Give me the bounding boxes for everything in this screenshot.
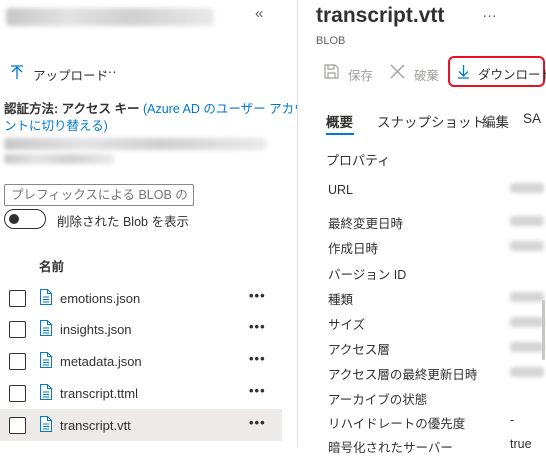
row-checkbox[interactable] xyxy=(9,353,26,370)
file-icon xyxy=(40,384,52,400)
download-button[interactable]: ダウンロード xyxy=(448,56,546,87)
property-label-version-id: バージョン ID xyxy=(328,268,407,282)
row-more-button[interactable]: ••• xyxy=(249,415,266,430)
table-row-selected[interactable]: transcript.vtt ••• xyxy=(0,409,282,441)
download-icon xyxy=(458,65,469,79)
property-value-redacted xyxy=(510,183,544,193)
file-name[interactable]: transcript.vtt xyxy=(60,418,131,433)
table-row[interactable]: transcript.ttml ••• xyxy=(0,377,282,409)
switch-to-azure-ad-link[interactable]: (Azure AD のユーザー アカウ xyxy=(143,102,307,116)
row-checkbox[interactable] xyxy=(9,385,26,402)
property-label-rehydrate-priority: リハイドレートの優先度 xyxy=(328,417,466,431)
property-label-tier-last-modified: アクセス層の最終更新日時 xyxy=(328,368,478,382)
account-info-redacted xyxy=(4,138,266,150)
show-deleted-toggle[interactable] xyxy=(4,209,46,229)
save-label: 保存 xyxy=(348,69,374,83)
properties-section-title: プロパティ xyxy=(326,153,391,168)
blob-details-pane: transcript.vtt … BLOB 保存 破棄 ダウンロード 概要 スナ… xyxy=(298,0,546,455)
table-row[interactable]: emotions.json ••• xyxy=(0,282,282,314)
name-column-header[interactable]: 名前 xyxy=(39,256,64,275)
close-icon xyxy=(390,64,405,79)
save-button[interactable]: 保存 xyxy=(324,62,384,83)
property-label-size: サイズ xyxy=(328,318,366,332)
toggle-thumb xyxy=(9,214,19,224)
property-label-last-modified: 最終変更日時 xyxy=(328,217,404,231)
property-value-redacted xyxy=(510,317,544,327)
switch-to-azure-ad-link-cont[interactable]: ントに切り替える) xyxy=(4,118,290,135)
row-more-button[interactable]: ••• xyxy=(249,288,266,303)
property-label-created: 作成日時 xyxy=(328,242,379,256)
discard-button[interactable]: 破棄 xyxy=(390,62,450,83)
row-more-button[interactable]: ••• xyxy=(249,383,266,398)
property-value-redacted xyxy=(510,292,544,302)
file-icon xyxy=(40,289,52,305)
collapse-pane-button[interactable]: « xyxy=(255,5,263,22)
download-label: ダウンロード xyxy=(478,68,546,82)
tab-edit[interactable]: 編集 xyxy=(482,111,509,131)
property-value-redacted xyxy=(510,216,544,226)
blob-list-pane: « アップロード … 認証方法: アクセス キー (Azure AD のユーザー… xyxy=(0,0,307,447)
file-name[interactable]: insights.json xyxy=(60,322,132,337)
auth-method-prefix: 認証方法: アクセス キー xyxy=(4,102,143,116)
property-label-type: 種類 xyxy=(328,293,354,307)
property-value-rehydrate-priority: - xyxy=(510,413,515,427)
container-name-redacted xyxy=(6,8,214,26)
account-info-redacted-2 xyxy=(4,154,114,164)
scrollbar-thumb[interactable] xyxy=(542,300,545,360)
property-label-url: URL xyxy=(328,183,354,197)
property-label-archive-status: アーカイブの状態 xyxy=(328,393,428,407)
row-checkbox[interactable] xyxy=(9,321,26,338)
row-checkbox[interactable] xyxy=(9,290,26,307)
row-more-button[interactable]: ••• xyxy=(249,351,266,366)
upload-arrow-icon xyxy=(11,65,23,79)
title-more-button[interactable]: … xyxy=(482,4,497,21)
row-more-button[interactable]: ••• xyxy=(249,319,266,334)
tab-sas[interactable]: SA xyxy=(523,111,541,126)
tab-snapshots[interactable]: スナップショット xyxy=(377,111,485,131)
property-value-redacted xyxy=(510,367,544,377)
file-name[interactable]: transcript.ttml xyxy=(60,386,138,401)
blob-type-subtitle: BLOB xyxy=(316,35,346,47)
row-checkbox[interactable] xyxy=(9,417,26,434)
property-label-access-tier: アクセス層 xyxy=(328,343,390,357)
active-tab-indicator xyxy=(326,133,354,135)
discard-label: 破棄 xyxy=(414,69,440,83)
file-icon xyxy=(40,416,52,432)
file-icon xyxy=(40,320,52,336)
table-row[interactable]: metadata.json ••• xyxy=(0,345,282,377)
upload-label: アップロード xyxy=(33,69,109,83)
blob-prefix-search-input[interactable] xyxy=(4,184,194,206)
blob-title: transcript.vtt xyxy=(316,4,445,27)
property-value-server-encrypted: true xyxy=(510,437,532,451)
save-icon xyxy=(324,64,339,79)
property-value-redacted xyxy=(510,342,544,352)
table-row[interactable]: insights.json ••• xyxy=(0,313,282,345)
auth-method-text: 認証方法: アクセス キー (Azure AD のユーザー アカウ ントに切り替… xyxy=(4,101,307,135)
file-name[interactable]: emotions.json xyxy=(60,291,140,306)
tab-overview[interactable]: 概要 xyxy=(326,111,353,131)
file-name[interactable]: metadata.json xyxy=(60,354,142,369)
property-value-redacted xyxy=(510,241,544,251)
file-icon xyxy=(40,352,52,368)
show-deleted-label: 削除された Blob を表示 xyxy=(57,215,189,229)
more-commands-button[interactable]: … xyxy=(103,60,117,76)
